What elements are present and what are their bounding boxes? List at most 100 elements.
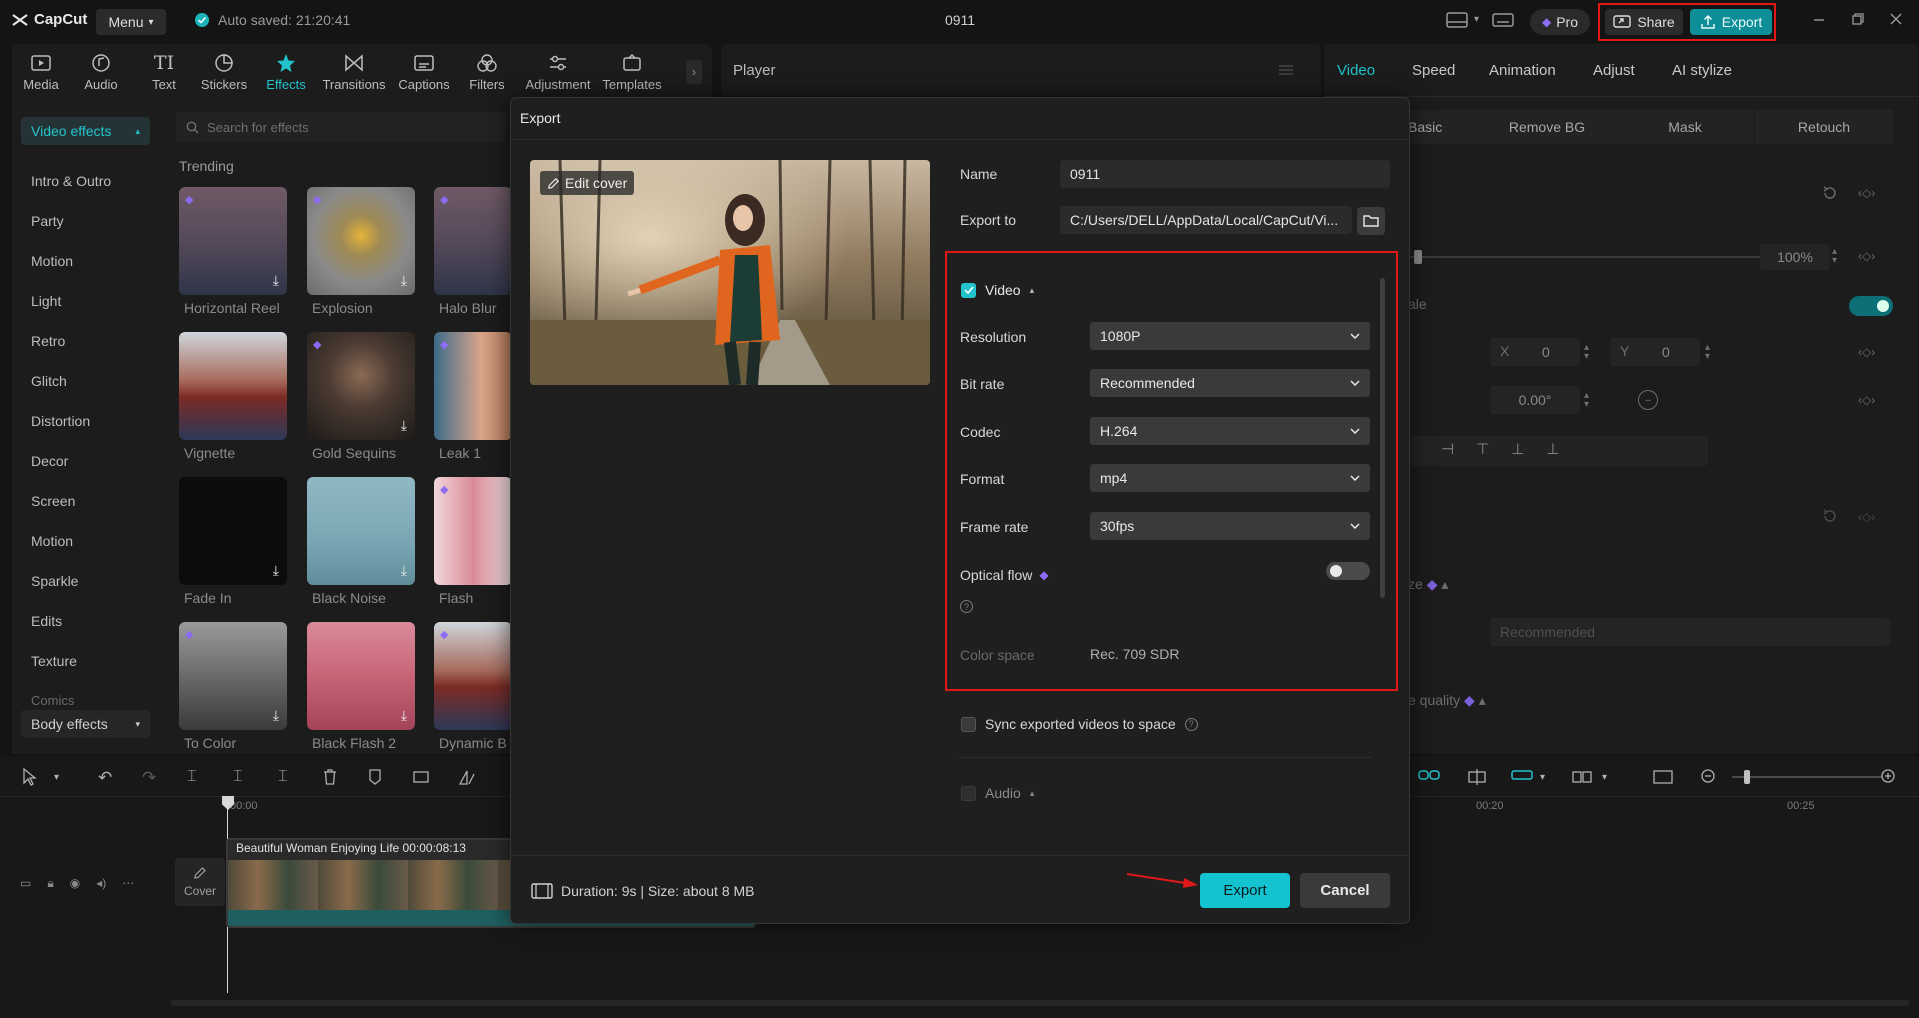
tab-captions[interactable]: Captions xyxy=(392,52,456,92)
tab-text[interactable]: TI Text xyxy=(132,52,196,92)
keyframe-icon[interactable]: ‹◇› xyxy=(1858,186,1875,200)
download-icon[interactable]: ⤓ xyxy=(401,417,407,434)
tab-effects[interactable]: Effects xyxy=(254,52,318,92)
sidebar-item-motion[interactable]: Motion xyxy=(31,253,73,269)
redo-icon[interactable]: ↷ xyxy=(142,768,156,788)
effect-thumb-explosion[interactable]: ◆ ⤓ xyxy=(307,187,415,295)
download-icon[interactable]: ⤓ xyxy=(401,707,407,724)
effect-thumb-dynamic-b[interactable]: ◆ xyxy=(434,622,512,730)
zoom-slider-handle[interactable] xyxy=(1744,770,1750,784)
effect-thumb-horizontal-reel[interactable]: ◆ ⤓ xyxy=(179,187,287,295)
sidebar-item-intro-outro[interactable]: Intro & Outro xyxy=(31,173,111,189)
marker-icon[interactable] xyxy=(367,768,383,786)
split-right-icon[interactable]: ⌶ xyxy=(278,768,288,786)
optical-flow-toggle[interactable] xyxy=(1326,562,1370,580)
cover-button[interactable]: Cover xyxy=(175,858,225,906)
keyframe-icon[interactable]: ‹◇› xyxy=(1858,249,1875,263)
video-section-toggle[interactable]: Video ▴ xyxy=(961,282,1034,298)
rotation-dial-icon[interactable]: – xyxy=(1638,390,1658,410)
loop-icon[interactable] xyxy=(412,768,430,786)
scale-slider-handle[interactable] xyxy=(1414,250,1422,264)
tab-ai-stylize[interactable]: AI stylize xyxy=(1672,62,1732,79)
rotation-input[interactable]: 0.00° xyxy=(1490,386,1580,414)
layout-icon[interactable] xyxy=(1446,11,1468,29)
download-icon[interactable]: ⤓ xyxy=(401,272,407,289)
name-input[interactable]: 0911 xyxy=(1060,160,1390,188)
uniform-scale-toggle[interactable] xyxy=(1849,296,1893,316)
sidebar-video-effects[interactable]: Video effects ▴ xyxy=(21,117,150,145)
keyboard-icon[interactable] xyxy=(1492,11,1514,29)
audio-section-toggle[interactable]: Audio ▴ xyxy=(961,785,1034,801)
codec-select[interactable]: H.264 xyxy=(1090,417,1370,445)
help-icon[interactable]: ? xyxy=(1184,717,1198,731)
subtab-remove-bg[interactable]: Remove BG xyxy=(1478,110,1616,144)
tab-media[interactable]: Media xyxy=(9,52,73,92)
edit-cover-button[interactable]: Edit cover xyxy=(540,171,635,195)
sidebar-item-light[interactable]: Light xyxy=(31,293,61,309)
audio-checkbox[interactable] xyxy=(961,785,976,801)
sync-checkbox[interactable] xyxy=(961,716,976,732)
scale-stepper-icon[interactable]: ▴ ▾ xyxy=(1832,247,1837,266)
rotation-stepper-icon[interactable]: ▴ ▾ xyxy=(1584,391,1589,410)
toolbar-more-icon[interactable]: › xyxy=(686,60,702,84)
eye-icon[interactable]: ◉ xyxy=(70,876,80,891)
tab-templates[interactable]: Templates xyxy=(600,52,664,92)
sidebar-body-effects[interactable]: Body effects ▾ xyxy=(21,710,150,738)
scale-slider-track[interactable] xyxy=(1410,256,1760,258)
browse-folder-button[interactable] xyxy=(1357,207,1385,235)
restore-icon[interactable] xyxy=(1851,12,1865,26)
subtab-mask[interactable]: Mask xyxy=(1616,110,1754,144)
effect-thumb-halo-blur[interactable]: ◆ xyxy=(434,187,512,295)
tab-animation[interactable]: Animation xyxy=(1489,62,1556,79)
tab-filters[interactable]: Filters xyxy=(455,52,519,92)
volume-icon[interactable]: ◂) xyxy=(96,876,106,891)
keyframe-icon[interactable]: ‹◇› xyxy=(1858,510,1875,524)
tab-stickers[interactable]: Stickers xyxy=(192,52,256,92)
subtab-retouch[interactable]: Retouch xyxy=(1755,110,1893,144)
position-x-input[interactable]: X 0 xyxy=(1490,338,1580,366)
format-select[interactable]: mp4 xyxy=(1090,464,1370,492)
effect-thumb-black-noise[interactable]: ⤓ xyxy=(307,477,415,585)
reset-icon[interactable] xyxy=(1822,508,1838,524)
split-left-icon[interactable]: ⌶ xyxy=(233,768,243,786)
sidebar-item-comics[interactable]: Comics xyxy=(31,693,74,708)
effect-thumb-flash[interactable]: ◆ xyxy=(434,477,512,585)
sync-row[interactable]: Sync exported videos to space ? xyxy=(961,716,1198,732)
lock-icon[interactable]: 🔒︎ xyxy=(47,876,53,891)
chevron-down-icon[interactable]: ▾ xyxy=(1602,772,1607,783)
zoom-slider-track[interactable] xyxy=(1732,776,1882,778)
framerate-select[interactable]: 30fps xyxy=(1090,512,1370,540)
more-icon[interactable]: ⋯ xyxy=(122,876,134,891)
sidebar-item-edits[interactable]: Edits xyxy=(31,613,62,629)
download-icon[interactable]: ⤓ xyxy=(273,707,279,724)
link-icon[interactable] xyxy=(1418,768,1440,782)
sidebar-item-texture[interactable]: Texture xyxy=(31,653,77,669)
delete-icon[interactable] xyxy=(322,768,338,786)
zoom-in-icon[interactable] xyxy=(1880,768,1898,786)
zoom-out-icon[interactable] xyxy=(1700,768,1718,786)
effect-thumb-fade-in[interactable]: ⤓ xyxy=(179,477,287,585)
enhance-select[interactable]: Recommended xyxy=(1490,618,1890,646)
tab-adjust[interactable]: Adjust xyxy=(1593,62,1635,79)
export-path-input[interactable]: C:/Users/DELL/AppData/Local/CapCut/Vi... xyxy=(1060,206,1352,234)
align-icons[interactable]: ⊣⊤⊥⊥ xyxy=(1441,440,1581,458)
sidebar-item-motion-2[interactable]: Motion xyxy=(31,533,73,549)
minimize-icon[interactable] xyxy=(1812,12,1826,26)
effects-search-input[interactable]: Search for effects xyxy=(176,112,506,142)
sidebar-item-glitch[interactable]: Glitch xyxy=(31,373,67,389)
tab-audio[interactable]: Audio xyxy=(69,52,133,92)
keyframe-icon[interactable]: ‹◇› xyxy=(1858,345,1875,359)
sidebar-item-decor[interactable]: Decor xyxy=(31,453,68,469)
settings-scrollbar[interactable] xyxy=(1380,278,1385,598)
chevron-down-icon[interactable]: ▾ xyxy=(54,772,59,783)
position-y-input[interactable]: Y 0 xyxy=(1610,338,1700,366)
bitrate-select[interactable]: Recommended xyxy=(1090,369,1370,397)
select-tool-icon[interactable] xyxy=(22,768,38,786)
download-icon[interactable]: ⤓ xyxy=(273,562,279,579)
resolution-select[interactable]: 1080P xyxy=(1090,322,1370,350)
track-visibility-icon[interactable]: ▭ xyxy=(20,876,31,891)
effect-thumb-to-color[interactable]: ◆ ⤓ xyxy=(179,622,287,730)
sidebar-item-sparkle[interactable]: Sparkle xyxy=(31,573,78,589)
download-icon[interactable]: ⤓ xyxy=(273,272,279,289)
download-icon[interactable]: ⤓ xyxy=(401,562,407,579)
